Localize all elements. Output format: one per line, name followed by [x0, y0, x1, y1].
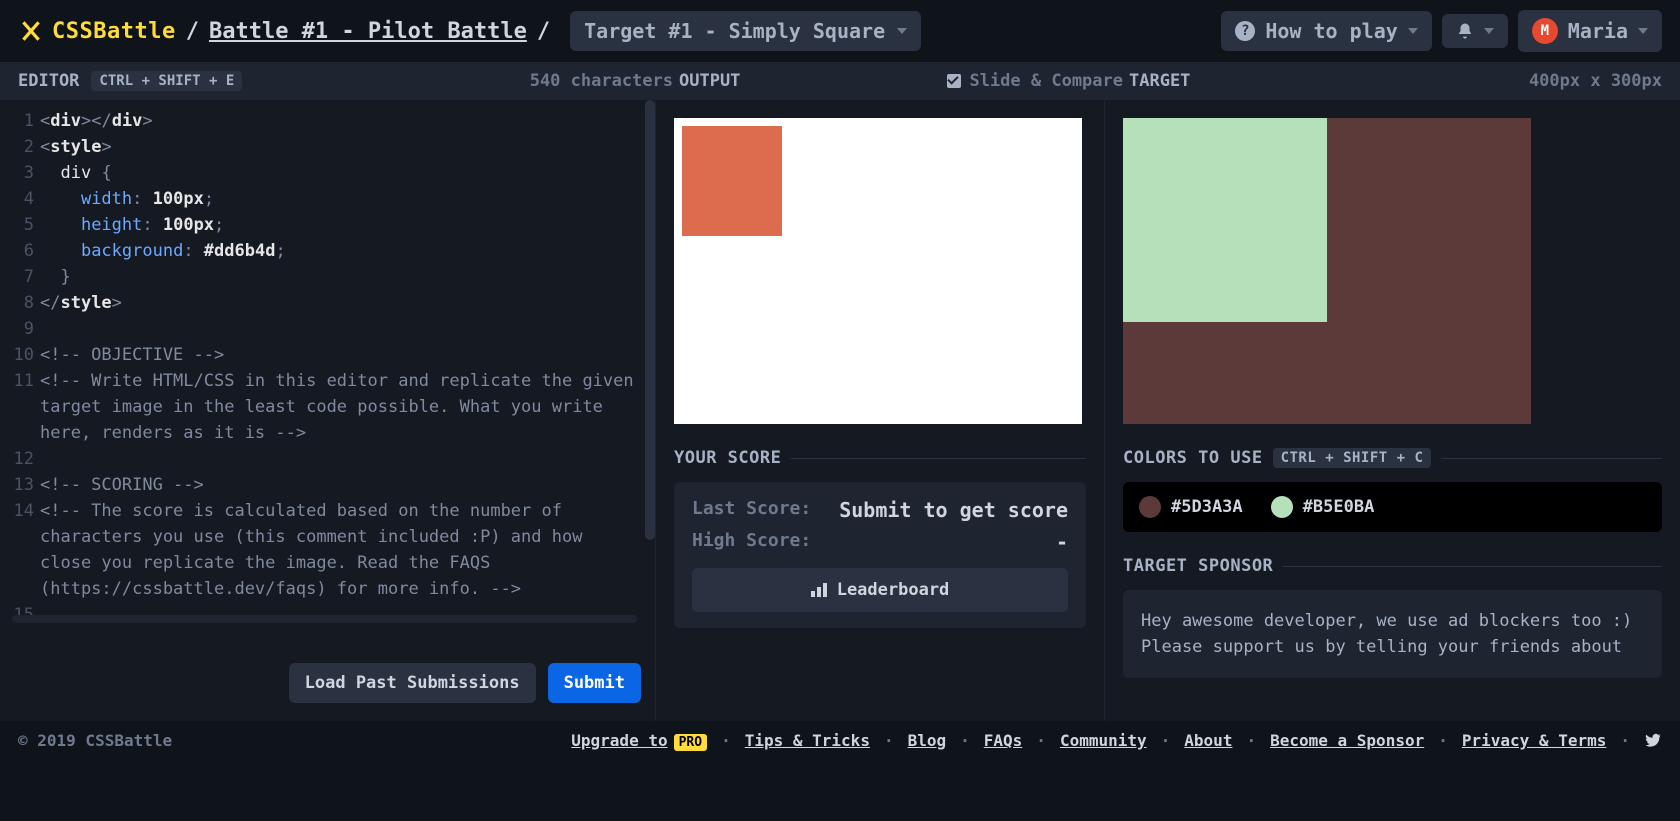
question-icon: ? — [1235, 21, 1255, 41]
output-canvas[interactable] — [674, 118, 1082, 424]
footer-link-privacy[interactable]: Privacy & Terms — [1462, 731, 1607, 750]
battle-link[interactable]: Battle #1 - Pilot Battle — [209, 19, 527, 44]
slide-compare-checkbox[interactable] — [947, 74, 961, 88]
how-to-play-label: How to play — [1265, 19, 1397, 43]
char-count: 540 characters — [530, 71, 673, 91]
colors-box: #5D3A3A #B5E0BA — [1123, 482, 1662, 532]
copyright: © 2019 CSSBattle — [18, 731, 172, 750]
high-score-value: - — [1056, 530, 1068, 554]
sponsor-text: Hey awesome developer, we use ad blocker… — [1141, 611, 1632, 657]
target-square — [1123, 118, 1327, 322]
footer-link-blog[interactable]: Blog — [908, 731, 947, 750]
twitter-icon[interactable] — [1644, 731, 1662, 749]
editor-pane: 1234567891011 121314 15 <div></div> <sty… — [0, 100, 655, 721]
bell-icon — [1456, 22, 1474, 40]
output-pane: YOUR SCORE Last Score: Submit to get sco… — [655, 100, 1105, 721]
upgrade-link[interactable]: Upgrade toPRO — [571, 731, 707, 750]
footer-link-tips[interactable]: Tips & Tricks — [745, 731, 870, 750]
breadcrumb-slash: / — [186, 19, 199, 44]
score-box: Last Score: Submit to get score High Sco… — [674, 482, 1086, 628]
last-score-value: Submit to get score — [839, 498, 1068, 522]
username: Maria — [1568, 19, 1628, 43]
logo-text: CSSBattle — [52, 19, 176, 44]
chevron-down-icon — [1484, 28, 1494, 34]
notifications-button[interactable] — [1442, 14, 1508, 48]
colors-title: COLORS TO USE — [1123, 448, 1263, 468]
slide-compare-label: Slide & Compare — [969, 71, 1123, 91]
scrollbar-vertical[interactable] — [645, 100, 655, 540]
target-dropdown[interactable]: Target #1 - Simply Square — [570, 11, 921, 51]
code-editor[interactable]: <div></div> <style> div { width: 100px; … — [40, 100, 655, 721]
sponsor-title: TARGET SPONSOR — [1123, 556, 1273, 576]
how-to-play-button[interactable]: ? How to play — [1221, 11, 1431, 51]
chevron-down-icon — [1638, 28, 1648, 34]
logo[interactable]: CSSBattle — [18, 18, 176, 44]
submit-button[interactable]: Submit — [548, 663, 641, 703]
color-swatch-item[interactable]: #5D3A3A — [1139, 496, 1243, 518]
output-square — [682, 126, 782, 236]
chevron-down-icon — [1408, 28, 1418, 34]
target-pane: COLORS TO USE CTRL + SHIFT + C #5D3A3A #… — [1105, 100, 1680, 721]
pro-badge: PRO — [674, 734, 707, 751]
sponsor-box: Hey awesome developer, we use ad blocker… — [1123, 590, 1662, 678]
target-dropdown-label: Target #1 - Simply Square — [584, 19, 885, 43]
leaderboard-button[interactable]: Leaderboard — [692, 568, 1068, 612]
app-header: CSSBattle / Battle #1 - Pilot Battle / T… — [0, 0, 1680, 62]
target-pane-label: TARGET — [1129, 71, 1190, 91]
last-score-label: Last Score: — [692, 498, 811, 522]
your-score-title: YOUR SCORE — [674, 448, 781, 468]
load-submissions-button[interactable]: Load Past Submissions — [289, 663, 536, 703]
editor-pane-label: EDITOR — [18, 71, 79, 91]
avatar: M — [1532, 18, 1558, 44]
footer-link-community[interactable]: Community — [1060, 731, 1147, 750]
output-pane-label: OUTPUT — [679, 71, 740, 91]
target-canvas[interactable] — [1123, 118, 1531, 424]
editor-shortcut: CTRL + SHIFT + E — [91, 71, 242, 91]
chevron-down-icon — [897, 28, 907, 34]
pane-header: EDITOR CTRL + SHIFT + E 540 characters O… — [0, 62, 1680, 100]
high-score-label: High Score: — [692, 530, 811, 554]
footer-link-sponsor[interactable]: Become a Sponsor — [1270, 731, 1424, 750]
footer: © 2019 CSSBattle Upgrade toPRO · Tips & … — [0, 721, 1680, 759]
line-gutter: 1234567891011 121314 15 — [0, 100, 40, 721]
swatch-hex: #B5E0BA — [1303, 497, 1375, 517]
logo-icon — [18, 18, 44, 44]
swatch-hex: #5D3A3A — [1171, 497, 1243, 517]
leaderboard-label: Leaderboard — [837, 580, 950, 600]
user-menu-button[interactable]: M Maria — [1518, 10, 1662, 52]
color-swatch-item[interactable]: #B5E0BA — [1271, 496, 1375, 518]
breadcrumb-slash: / — [537, 19, 550, 44]
leaderboard-icon — [811, 583, 827, 597]
colors-shortcut: CTRL + SHIFT + C — [1273, 448, 1432, 468]
swatch-icon — [1139, 496, 1161, 518]
target-dimensions: 400px x 300px — [1529, 71, 1662, 91]
scrollbar-horizontal[interactable] — [12, 615, 637, 623]
main: 1234567891011 121314 15 <div></div> <sty… — [0, 100, 1680, 721]
footer-link-about[interactable]: About — [1184, 731, 1232, 750]
swatch-icon — [1271, 496, 1293, 518]
footer-link-faqs[interactable]: FAQs — [984, 731, 1023, 750]
